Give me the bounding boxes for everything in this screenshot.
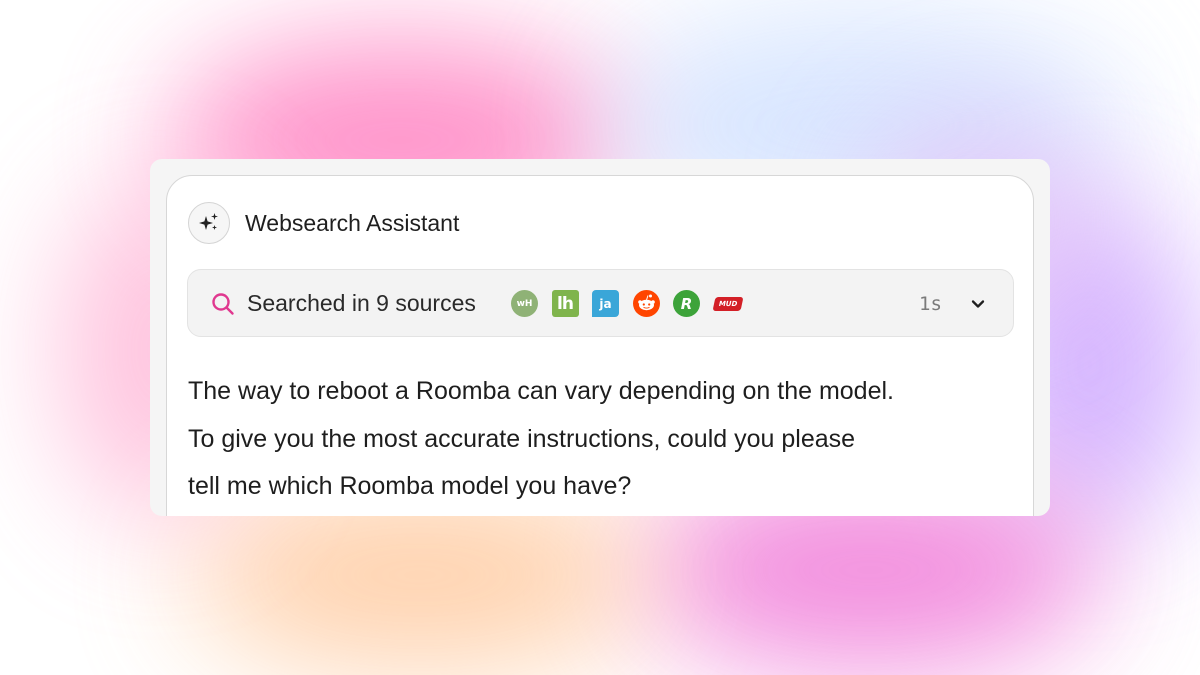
r-icon[interactable]: R — [673, 290, 700, 317]
chevron-down-icon[interactable] — [968, 294, 988, 314]
search-summary-bar[interactable]: Searched in 9 sources wH lh ja R MUD 1s — [187, 269, 1014, 337]
assistant-title: Websearch Assistant — [245, 209, 460, 236]
search-summary-label: Searched in 9 sources — [247, 290, 476, 316]
wikihow-icon[interactable]: wH — [511, 290, 538, 317]
search-duration: 1s — [919, 293, 942, 315]
mud-icon[interactable]: MUD — [712, 296, 743, 311]
reddit-icon[interactable] — [632, 290, 660, 317]
assistant-avatar — [188, 202, 230, 244]
assistant-header: Websearch Assistant — [188, 201, 459, 245]
assistant-response-text: The way to reboot a Roomba can vary depe… — [188, 377, 894, 500]
lifehacker-icon[interactable]: lh — [551, 290, 579, 317]
search-icon — [212, 293, 234, 315]
sparkles-icon — [199, 213, 218, 230]
justanswer-icon[interactable]: ja — [592, 290, 619, 317]
assistant-message-card: Websearch Assistant Searched in 9 source… — [166, 175, 1034, 516]
source-icons: wH lh ja R MUD — [511, 290, 755, 317]
chat-panel: Websearch Assistant Searched in 9 source… — [150, 159, 1050, 516]
